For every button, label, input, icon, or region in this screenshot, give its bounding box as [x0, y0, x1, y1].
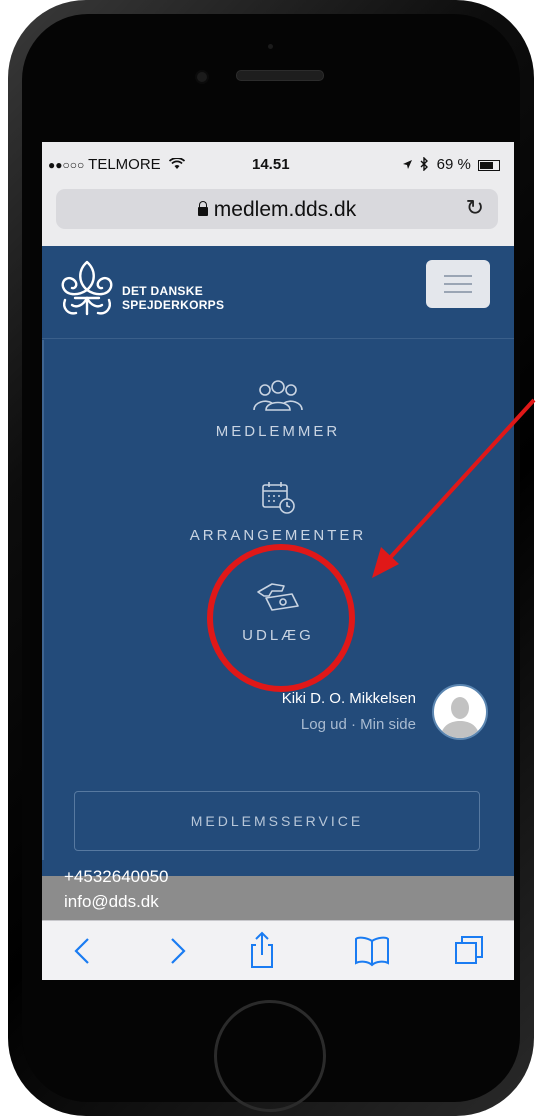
tabs-icon: [455, 936, 483, 964]
status-bar: ●●○○○ TELMORE 14.51 69 %: [42, 142, 514, 182]
browser-toolbar: [42, 920, 514, 980]
nav-events-label: ARRANGEMENTER: [189, 527, 367, 544]
forward-icon: [171, 938, 186, 964]
user-links: Log ud · Min side: [301, 716, 416, 733]
avatar[interactable]: [432, 684, 488, 740]
nav-expenses-label: UDLÆG: [242, 627, 314, 644]
share-button[interactable]: [232, 921, 292, 980]
status-time: 14.51: [252, 156, 290, 173]
wifi-icon: [168, 157, 185, 169]
calendar-clock-icon: [262, 482, 295, 514]
logo-line1: DET DANSKE: [122, 284, 204, 298]
nav-members-label: MEDLEMMER: [215, 423, 341, 440]
bookmarks-button[interactable]: [342, 921, 402, 980]
hamburger-icon: [444, 283, 472, 285]
battery-icon: [478, 159, 500, 171]
address-text: medlem.dds.dk: [56, 198, 498, 222]
header-divider: [42, 338, 514, 339]
user-name: Kiki D. O. Mikkelsen: [281, 690, 416, 707]
location-icon: [403, 160, 413, 169]
hamburger-icon: [444, 291, 472, 293]
reload-icon[interactable]: ↻: [466, 195, 484, 221]
front-camera: [197, 72, 207, 82]
member-service-button[interactable]: MEDLEMSSERVICE: [74, 791, 480, 851]
phone-screen: ●●○○○ TELMORE 14.51 69 % medlem.dds.dk ↻: [42, 142, 514, 980]
forward-button[interactable]: [146, 921, 206, 980]
back-button[interactable]: [56, 921, 116, 980]
hand-money-icon: [257, 583, 299, 611]
bluetooth-icon: [420, 156, 429, 172]
carrier-name: TELMORE: [88, 156, 161, 173]
footer-email[interactable]: info@dds.dk: [64, 892, 159, 912]
signal-dots: ●●○○○: [48, 158, 85, 172]
lock-icon: [197, 201, 208, 216]
user-info: Kiki D. O. Mikkelsen Log ud · Min side: [208, 684, 488, 744]
status-right: 69 %: [402, 156, 500, 173]
logout-link[interactable]: Log ud: [301, 716, 347, 733]
share-icon: [251, 931, 273, 968]
browser-address-area: medlem.dds.dk ↻: [42, 182, 514, 246]
hamburger-icon: [444, 275, 472, 277]
phone-sensor: [268, 44, 273, 49]
back-icon: [74, 938, 89, 964]
link-separator: ·: [346, 716, 361, 733]
logo-line2: SPEJDERKORPS: [122, 298, 225, 312]
my-page-link[interactable]: Min side: [360, 716, 416, 733]
nav-members[interactable]: MEDLEMMER: [42, 378, 514, 440]
web-page: DET DANSKE SPEJDERKORPS MEDLEMMER ARRANG…: [42, 246, 514, 896]
earpiece-speaker: [236, 70, 324, 81]
footer: +4532640050 info@dds.dk: [42, 867, 514, 920]
nav-events[interactable]: ARRANGEMENTER: [42, 480, 514, 544]
site-logo-text[interactable]: DET DANSKE SPEJDERKORPS: [122, 284, 224, 312]
tabs-button[interactable]: [440, 921, 500, 980]
carrier-info: ●●○○○ TELMORE: [48, 156, 185, 173]
bookmarks-icon: [355, 936, 389, 967]
nav-expenses[interactable]: UDLÆG: [42, 580, 514, 644]
menu-button[interactable]: [426, 260, 490, 308]
battery-percent: 69 %: [436, 156, 471, 173]
members-icon: [253, 380, 303, 411]
site-logo[interactable]: [56, 258, 118, 325]
home-button[interactable]: [214, 1000, 326, 1112]
user-silhouette-icon: [440, 697, 480, 738]
address-bar[interactable]: medlem.dds.dk ↻: [56, 189, 498, 229]
footer-phone[interactable]: +4532640050: [64, 867, 168, 887]
fleur-de-lis-icon: [61, 260, 113, 316]
url-text: medlem.dds.dk: [213, 198, 357, 221]
